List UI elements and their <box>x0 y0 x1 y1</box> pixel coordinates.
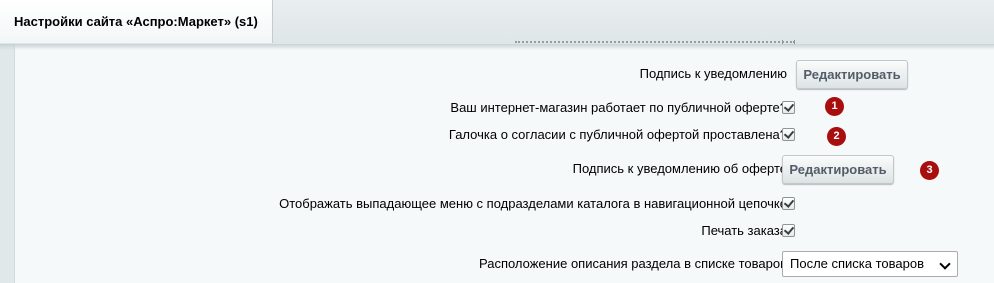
setting-row-section-description: Расположение описания раздела в списке т… <box>15 250 994 278</box>
setting-row-offer-notification-signature: Подпись к уведомлению об оферте Редактир… <box>15 155 994 184</box>
setting-label: Расположение описания раздела в списке т… <box>478 256 787 271</box>
setting-row-offer-consent: Галочка о согласии с публичной офертой п… <box>15 121 994 149</box>
setting-row-notification-signature: Подпись к уведомлению Редактировать <box>15 60 994 89</box>
select-value: После списка товаров <box>790 256 925 271</box>
tab-bar-shadow <box>0 44 994 50</box>
settings-panel: Подпись к уведомлению Редактировать Ваш … <box>14 40 994 283</box>
badge-2: 2 <box>827 127 846 146</box>
public-offer-checkbox[interactable] <box>782 101 795 114</box>
setting-row-public-offer: Ваш интернет-магазин работает по публичн… <box>15 94 994 122</box>
setting-label: Подпись к уведомлению <box>639 66 787 81</box>
setting-label: Ваш интернет-магазин работает по публичн… <box>450 100 787 115</box>
tab-site-settings[interactable]: Настройки сайта «Аспро:Маркет» (s1) <box>0 0 273 43</box>
badge-3: 3 <box>920 161 939 180</box>
edit-notification-signature-button[interactable]: Редактировать <box>796 60 908 89</box>
setting-label: Подпись к уведомлению об оферте <box>572 161 787 176</box>
badge-1: 1 <box>825 97 844 116</box>
section-description-select[interactable]: После списка товаров <box>782 251 958 277</box>
offer-consent-checkbox[interactable] <box>782 128 795 141</box>
setting-label: Галочка о согласии с публичной офертой п… <box>448 127 787 142</box>
setting-row-print-order: Печать заказа <box>15 217 994 245</box>
setting-label: Отображать выпадающее меню с подразделам… <box>279 196 787 211</box>
setting-label: Печать заказа <box>701 223 787 238</box>
setting-row-breadcrumb-dropdown: Отображать выпадающее меню с подразделам… <box>15 190 994 218</box>
edit-offer-signature-button[interactable]: Редактировать <box>782 155 894 184</box>
print-order-checkbox[interactable] <box>782 224 795 237</box>
tab-bar: Настройки сайта «Аспро:Маркет» (s1) <box>0 0 994 45</box>
breadcrumb-dropdown-checkbox[interactable] <box>782 197 795 210</box>
chevron-down-icon <box>939 258 951 270</box>
